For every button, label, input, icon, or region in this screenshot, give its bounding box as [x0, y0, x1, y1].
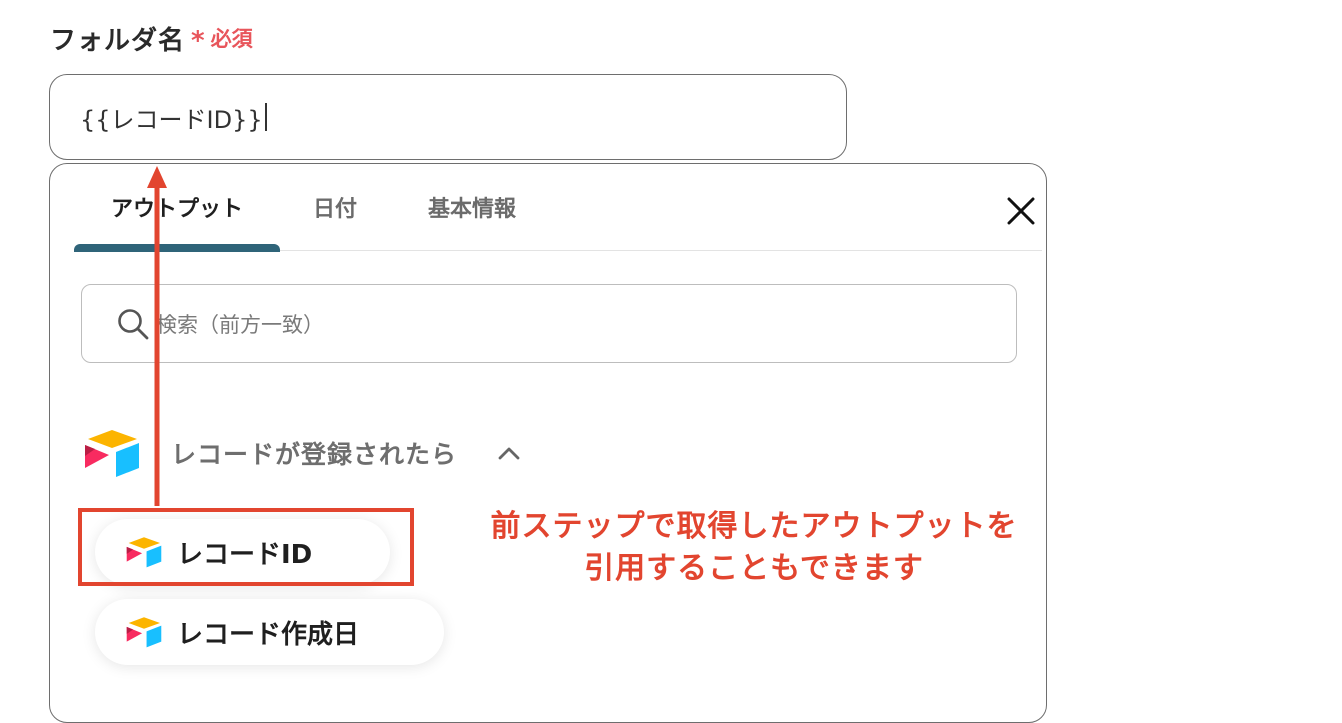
group-title: レコードが登録されたら [171, 440, 458, 469]
tab-basic-info[interactable]: 基本情報 [420, 164, 524, 250]
required-indicator: * 必須 [191, 22, 253, 54]
airtable-logo-icon [126, 617, 162, 648]
arrow-up-icon [147, 166, 167, 506]
close-icon[interactable] [1004, 194, 1038, 228]
folder-name-value: {{レコードID}} [80, 105, 263, 134]
chevron-up-icon[interactable] [497, 445, 521, 461]
output-picker-panel: アウトプット 日付 基本情報 検索（前方一致） レコードが登録されたら レコード… [49, 163, 1047, 723]
annotation-text: 前ステップで取得したアウトプットを 引用することもできます [448, 506, 1060, 590]
field-label-text: フォルダ名 [50, 25, 186, 56]
search-placeholder: 検索（前方一致） [156, 312, 324, 337]
search-input[interactable]: 検索（前方一致） [81, 284, 1017, 363]
field-label: フォルダ名 * 必須 [50, 20, 253, 56]
annotation-line-2: 引用することもできます [584, 551, 924, 586]
airtable-logo-icon [85, 430, 139, 477]
output-item-record-created-date[interactable]: レコード作成日 [95, 599, 444, 665]
tab-bar: アウトプット 日付 基本情報 [74, 164, 1042, 252]
required-star: * [191, 26, 205, 56]
tab-date[interactable]: 日付 [300, 164, 370, 250]
tab-output-label: アウトプット [110, 197, 243, 222]
text-caret [264, 103, 267, 131]
highlight-box [78, 508, 414, 586]
annotation-line-1: 前ステップで取得したアウトプットを [490, 509, 1018, 544]
tab-date-label: 日付 [312, 197, 357, 222]
output-item-label: レコード作成日 [177, 619, 360, 650]
tab-basic-info-label: 基本情報 [427, 197, 516, 222]
required-text: 必須 [210, 27, 253, 51]
tab-output[interactable]: アウトプット [74, 164, 280, 252]
folder-name-input[interactable]: {{レコードID}} [49, 74, 847, 160]
